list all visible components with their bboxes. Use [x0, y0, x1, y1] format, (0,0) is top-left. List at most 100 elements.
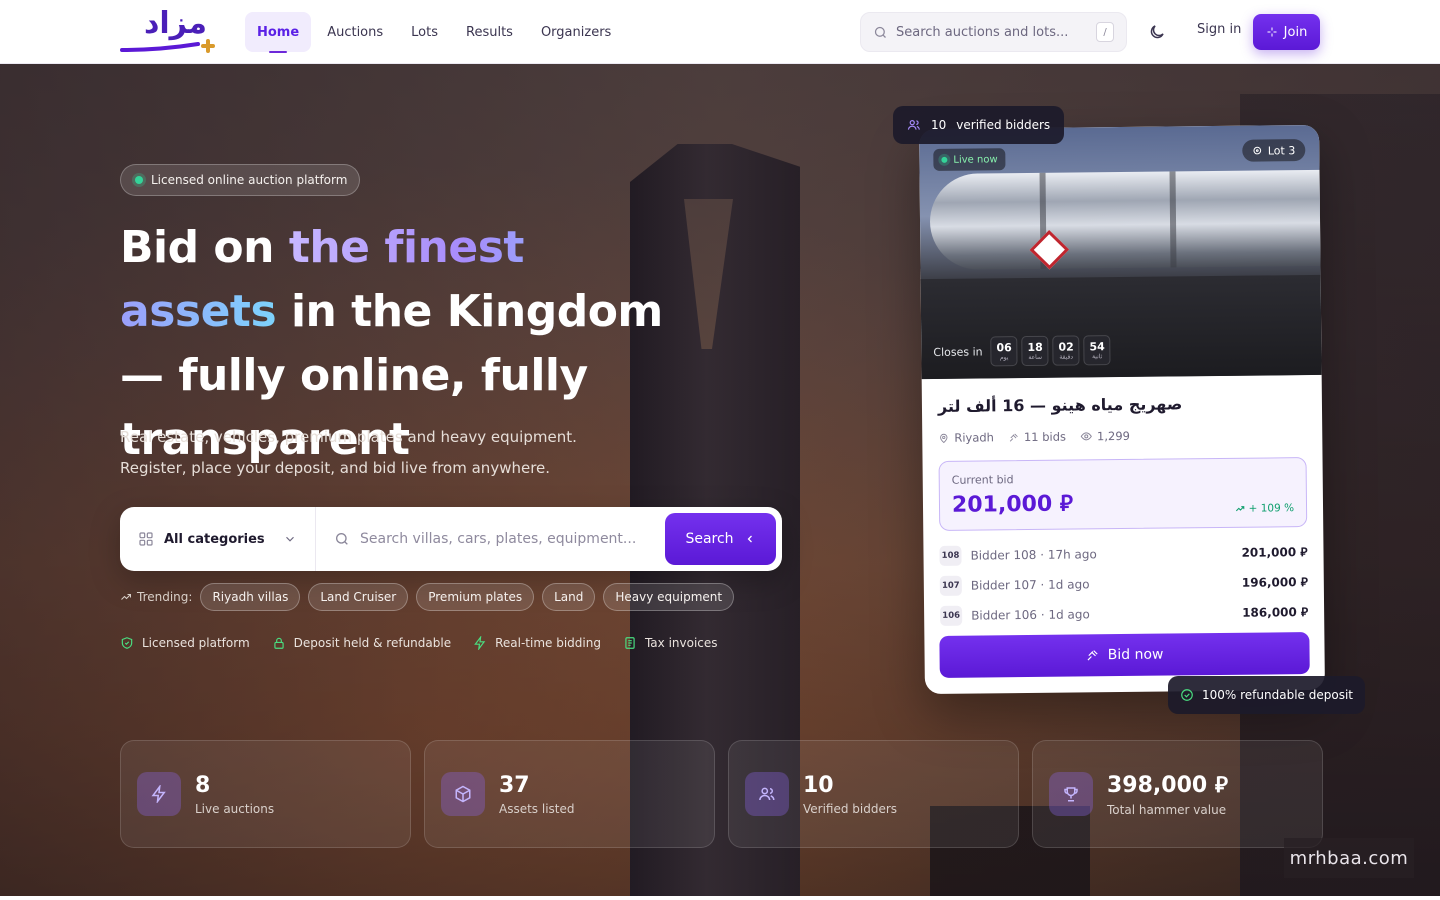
shield-check-icon	[121, 637, 133, 649]
lot-bids-text: 11 bids	[1023, 429, 1067, 445]
bidders-count: 10	[931, 118, 947, 132]
stat-verified-bidders: 10 Verified bidders	[728, 740, 1019, 848]
nav-home[interactable]: Home	[245, 12, 312, 53]
stat-live-auctions: 8 Live auctions	[120, 740, 411, 848]
nav-lots[interactable]: Lots	[399, 12, 450, 52]
stat-label: Verified bidders	[803, 801, 898, 816]
stat-value: 398,000 ⃁	[1107, 773, 1228, 798]
logo-swoosh-icon	[120, 39, 215, 53]
trending-chip-heavy-equipment[interactable]: Heavy equipment	[603, 583, 735, 611]
eye-icon	[1080, 432, 1092, 441]
trending-row: Trending: Riyadh villas Land Cruiser Pre…	[120, 583, 735, 611]
nav-auctions[interactable]: Auctions	[315, 12, 395, 52]
lot-title[interactable]: صهريج مياه هينو — 16 ألف لتر	[938, 394, 1183, 416]
trending-label-text: Trending:	[137, 590, 193, 604]
theme-toggle-button[interactable]	[1143, 18, 1171, 46]
moon-icon	[1150, 25, 1164, 39]
nav-results[interactable]: Results	[454, 12, 525, 52]
countdown-seconds: 54 ثانية	[1083, 335, 1111, 366]
lot-views: 1,299	[1080, 429, 1130, 444]
stats-row: 8 Live auctions 37 Assets listed 10 Veri…	[120, 740, 1323, 848]
stat-label: Live auctions	[195, 801, 275, 816]
countdown-days: 06 يوم	[990, 336, 1018, 367]
bid-amount: 201,000 ⃁	[1241, 544, 1308, 560]
trust-item-licensed: Licensed platform	[120, 636, 250, 650]
bidder-info: Bidder 107 · 1d ago	[970, 577, 1090, 593]
licensed-pill: Licensed online auction platform	[120, 164, 361, 196]
bid-amount: 186,000 ⃁	[1242, 604, 1309, 620]
countdown-value: 06	[996, 340, 1012, 354]
featured-lot-card[interactable]: Live now Lot 3 Closes in 06 يوم 18 ساعة 02…	[919, 124, 1325, 695]
lot-meta: Riyadh 11 bids 1,299	[938, 429, 1130, 445]
sparkle-icon	[1267, 27, 1277, 37]
category-select[interactable]: All categories	[120, 507, 316, 571]
stat-icon-wrap	[137, 772, 181, 816]
search-icon	[874, 26, 886, 38]
current-bid-box: Current bid 201,000 ⃁ + 109 %	[938, 457, 1308, 531]
countdown-value: 18	[1027, 340, 1043, 354]
verified-bidders-badge: 10 verified bidders	[893, 106, 1065, 144]
countdown-value: 02	[1058, 340, 1074, 354]
trending-chip-land-cruiser[interactable]: Land Cruiser	[308, 583, 409, 611]
lot-location-text: Riyadh	[954, 430, 994, 445]
trust-item-invoices: Tax invoices	[623, 636, 718, 650]
sign-in-link[interactable]: Sign in	[1188, 20, 1250, 39]
hero-search-placeholder: Search villas, cars, plates, equipment..…	[360, 531, 637, 547]
users-icon	[759, 787, 775, 801]
chevron-down-icon	[286, 536, 294, 542]
bid-history-row: 106 Bidder 106 · 1d ago 186,000 ⃁	[940, 597, 1308, 631]
bid-now-button[interactable]: Bid now	[939, 632, 1310, 678]
closes-in-label: Closes in	[933, 344, 983, 359]
trending-chip-riyadh-villas[interactable]: Riyadh villas	[200, 583, 301, 611]
countdown-unit: دقيقة	[1059, 353, 1074, 361]
lot-image: Live now Lot 3 Closes in 06 يوم 18 ساعة 02…	[919, 124, 1322, 380]
hero-subtext: Real estate, vehicles, premium plates an…	[120, 428, 577, 477]
countdown-timer: Closes in 06 يوم 18 ساعة 02 دقيقة 54 ثانية	[933, 335, 1111, 367]
trust-label: Deposit held & refundable	[293, 636, 452, 650]
map-pin-icon	[940, 433, 948, 443]
search-button-label: Search	[685, 531, 734, 547]
live-now-tag: Live now	[933, 148, 1006, 171]
bidder-number: 107	[939, 575, 962, 596]
stat-label: Total hammer value	[1107, 803, 1227, 817]
lock-icon	[274, 637, 284, 649]
nav-organizers[interactable]: Organizers	[529, 12, 623, 52]
lot-number-text: Lot 3	[1267, 143, 1296, 157]
stat-assets-listed: 37 Assets listed	[424, 740, 715, 848]
brand-logo[interactable]: مزاد	[120, 6, 222, 56]
countdown-unit: يوم	[999, 353, 1009, 361]
chevron-left-icon	[747, 535, 752, 543]
trust-label: Real-time bidding	[495, 636, 601, 650]
site-watermark: mrhbaa.com	[1284, 838, 1414, 878]
bid-history: 108 Bidder 108 · 17h ago 201,000 ⃁ 107 B…	[939, 537, 1308, 631]
bolt-icon	[474, 636, 486, 650]
lot-number-tag: Lot 3	[1241, 139, 1306, 162]
live-tag-text: Live now	[953, 153, 998, 166]
stat-label: Assets listed	[499, 801, 575, 816]
countdown-minutes: 02 دقيقة	[1052, 335, 1080, 366]
trending-chip-premium-plates[interactable]: Premium plates	[416, 583, 535, 611]
bolt-icon	[151, 785, 166, 803]
join-button[interactable]: Join	[1253, 14, 1320, 50]
tank-ring	[1169, 171, 1177, 268]
stat-hammer-value: 398,000 ⃁ Total hammer value	[1032, 740, 1323, 848]
join-label: Join	[1283, 24, 1308, 40]
trending-chip-land[interactable]: Land	[542, 583, 596, 611]
trending-up-icon	[121, 594, 131, 600]
category-select-value: All categories	[164, 531, 265, 547]
logo-wordmark: مزاد	[144, 6, 208, 41]
hero-search-button[interactable]: Search	[665, 513, 776, 565]
live-dot-icon	[941, 156, 948, 163]
header-search-input[interactable]: Search auctions and lots... /	[860, 12, 1127, 52]
countdown-unit: ساعة	[1028, 353, 1043, 361]
bidders-label: verified bidders	[956, 118, 1051, 132]
bid-change-text: + 109 %	[1248, 502, 1295, 515]
licensed-pill-text: Licensed online auction platform	[151, 173, 348, 187]
refundable-deposit-badge: 100% refundable deposit	[1168, 676, 1365, 714]
trust-label: Licensed platform	[142, 636, 250, 650]
invoice-icon	[625, 637, 635, 649]
status-dot-icon	[135, 176, 143, 184]
countdown-value: 54	[1089, 339, 1105, 353]
stat-value: 37	[499, 772, 530, 798]
hero-search-input[interactable]: Search villas, cars, plates, equipment..…	[316, 507, 665, 571]
